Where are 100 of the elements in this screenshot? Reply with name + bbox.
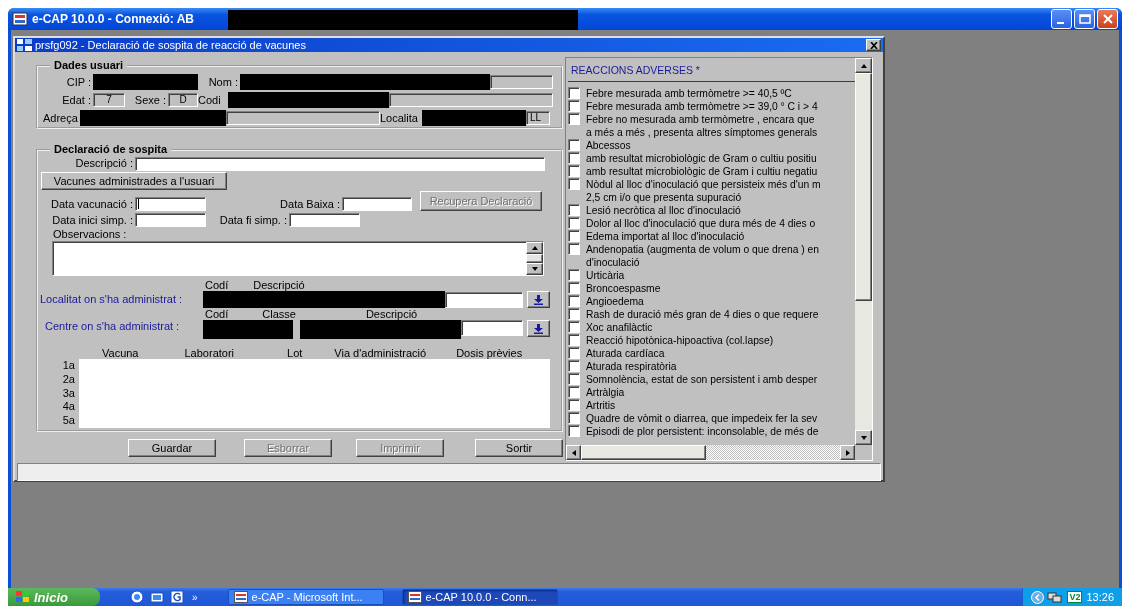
checkbox[interactable] <box>568 269 580 281</box>
checkbox[interactable] <box>568 347 580 359</box>
scroll-thumb[interactable] <box>581 445 706 460</box>
checkbox-label: Edema importat al lloc d'inoculació <box>586 230 745 243</box>
text-field[interactable] <box>490 75 553 89</box>
checkbox[interactable] <box>568 165 580 177</box>
window-icon <box>407 591 422 603</box>
checkbox-label: Urticària <box>586 269 625 282</box>
maximize-icon <box>1078 14 1091 24</box>
checkbox[interactable] <box>568 178 580 190</box>
text-field[interactable] <box>226 111 380 125</box>
input-field[interactable] <box>461 320 523 336</box>
checkbox[interactable] <box>568 100 580 112</box>
checkbox-label: amb resultat microbiològic de Gram i cultiu negatiu <box>586 165 818 178</box>
checkbox[interactable] <box>568 308 580 320</box>
checkbox[interactable] <box>568 113 580 125</box>
field-label: Via d'administració <box>334 347 427 359</box>
dropdown-button[interactable] <box>527 320 550 337</box>
checkbox[interactable] <box>568 152 580 164</box>
checkbox-label: Aturada respiratòria <box>586 360 677 373</box>
vacunes-button[interactable]: Vacunes administrades a l'usuari <box>41 172 227 190</box>
input-field[interactable] <box>135 213 206 227</box>
checkbox[interactable] <box>568 386 580 398</box>
field-label: Data inici simp. : <box>51 213 134 227</box>
checkbox[interactable] <box>568 139 580 151</box>
download-arrow-icon <box>534 323 543 334</box>
text-field[interactable] <box>389 93 553 107</box>
checkbox[interactable] <box>568 425 580 437</box>
close-button[interactable] <box>866 39 881 51</box>
checkbox[interactable] <box>568 334 580 346</box>
dialog-title: prsfg092 - Declaració de sospita de reacció de vacunes <box>35 38 306 52</box>
row-number: 5a <box>61 414 75 428</box>
checkbox[interactable] <box>568 243 580 255</box>
windows-flag-icon <box>16 591 30 603</box>
text-field[interactable]: 7 <box>93 93 125 107</box>
browser-icon[interactable] <box>130 590 144 604</box>
checkbox-label: Febre mesurada amb termòmetre >= 39,0 ° C i > 4 <box>586 100 818 113</box>
scroll-up-button[interactable] <box>526 242 543 254</box>
field-label: Nom : <box>207 75 239 89</box>
scroll-right-button[interactable] <box>840 445 855 460</box>
text-field[interactable]: D <box>168 93 198 107</box>
checkbox[interactable] <box>568 87 580 99</box>
checkbox-label: Febre no mesurada amb termòmetre , encara que <box>586 113 816 126</box>
checkbox-label: Aturada cardíaca <box>586 347 665 360</box>
action-button[interactable]: Guardar <box>128 439 216 457</box>
checkbox-label: Nòdul al lloc d'inoculació que persisteix més d'un m <box>586 178 821 191</box>
checkbox-label: Quadre de vòmit o diarrea, que impedeix fer la sev <box>586 412 818 425</box>
action-button[interactable]: Sortir <box>475 439 563 457</box>
minimize-button[interactable] <box>1051 9 1072 29</box>
input-field[interactable] <box>135 156 545 171</box>
folder-icon[interactable] <box>150 590 164 604</box>
dropdown-button[interactable] <box>527 291 550 308</box>
checkbox[interactable] <box>568 230 580 242</box>
checkbox[interactable] <box>568 373 580 385</box>
left-chevron-icon[interactable] <box>1031 590 1045 604</box>
clock: 13:26 <box>1086 591 1114 603</box>
checkbox[interactable] <box>568 360 580 372</box>
input-field[interactable] <box>289 213 360 227</box>
checkbox[interactable] <box>568 321 580 333</box>
field-label: Observacions : <box>53 228 128 240</box>
checkbox-label: Febre mesurada amb termòmetre >= 40,5 ºC <box>586 87 792 100</box>
checkbox[interactable] <box>568 399 580 411</box>
taskbar-button[interactable]: e-CAP - Microsoft Int... <box>227 589 384 605</box>
scroll-down-button[interactable] <box>526 263 543 275</box>
scroll-up-button[interactable] <box>855 58 872 73</box>
observations-field[interactable] <box>52 241 544 276</box>
text-field[interactable]: LL <box>526 111 550 125</box>
more-button[interactable]: » <box>192 591 198 603</box>
horizontal-scrollbar[interactable] <box>566 445 855 460</box>
checkbox-label: Somnolència, estat de son persistent i amb desper <box>586 373 818 386</box>
checkbox-label: Broncoespasme <box>586 282 661 295</box>
scroll-left-button[interactable] <box>566 445 581 460</box>
checkbox[interactable] <box>568 282 580 294</box>
taskbar-button[interactable]: e-CAP 10.0.0 - Conn... <box>401 589 558 605</box>
checkbox[interactable] <box>568 295 580 307</box>
vertical-scrollbar[interactable] <box>855 58 872 445</box>
checkbox[interactable] <box>568 412 580 424</box>
group-title: Declaració de sospita <box>50 143 172 156</box>
checkbox-label: Artràlgia <box>586 386 625 399</box>
scroll-thumb[interactable] <box>855 73 872 301</box>
field-label: Laboratori <box>184 347 235 359</box>
vertical-scrollbar[interactable] <box>526 242 543 275</box>
input-field[interactable] <box>342 197 412 211</box>
scroll-down-button[interactable] <box>855 430 872 445</box>
input-field[interactable] <box>135 197 206 211</box>
scroll-thumb[interactable] <box>526 254 543 263</box>
network-icon[interactable] <box>1047 590 1064 604</box>
field-label: Centre on s'ha administrat : <box>44 320 181 333</box>
letter-g-icon[interactable] <box>170 590 184 604</box>
field-label: Data vacunació : <box>50 198 134 211</box>
field-label: Codí <box>205 308 229 320</box>
checkbox-label: Andenopatia (augmenta de volum o que drena ) en <box>586 243 819 256</box>
checkbox-label: amb resultat microbiològic de Gram o cultiu positiu <box>586 152 817 165</box>
input-field[interactable] <box>445 291 523 308</box>
field-label: Dosis prèvies <box>456 347 523 359</box>
checkbox[interactable] <box>568 204 580 216</box>
tray-badge[interactable]: V2 <box>1067 591 1083 603</box>
maximize-button[interactable] <box>1074 9 1095 29</box>
close-icon <box>1102 14 1113 24</box>
checkbox[interactable] <box>568 217 580 229</box>
